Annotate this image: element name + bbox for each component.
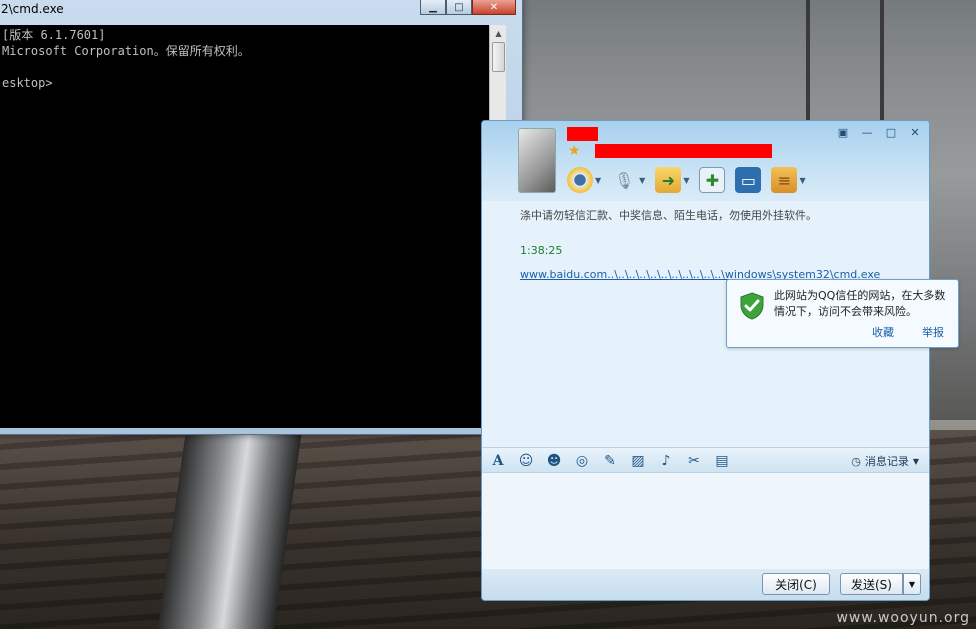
chevron-down-icon: ▼ — [912, 456, 919, 466]
screenshot-icon[interactable]: ✂ — [684, 451, 704, 471]
cmd-console[interactable]: [版本 6.1.7601] Microsoft Corporation。保留所有权… — [0, 25, 489, 428]
cmd-window-title: 2\cmd.exe — [1, 2, 64, 16]
console-line: [版本 6.1.7601] — [2, 28, 106, 42]
tooltip-text: 此网站为QQ信任的网站，在大多数情况下，访问不会带来风险。 — [774, 289, 946, 318]
apps-button[interactable]: ≡ ▼ — [768, 165, 808, 195]
tooltip-links: 收藏 举报 — [872, 324, 944, 340]
minimize-icon[interactable]: — — [857, 124, 877, 140]
remote-assist-button[interactable]: ▭ — [732, 165, 764, 195]
chevron-down-icon: ▼ — [595, 175, 602, 185]
close-icon[interactable]: ✕ — [905, 124, 925, 140]
emoji-icon[interactable]: ☺ — [516, 451, 536, 471]
chat-toolbar: ▼ 🎙 ▼ ➜ ▼ ✚ ▭ ≡ ▼ — [564, 165, 809, 195]
watermark: www.wooyun.org — [836, 610, 970, 626]
cmd-window[interactable]: 2\cmd.exe ▁ □ ✕ [版本 6.1.7601] Microsoft C… — [0, 0, 523, 435]
monitor-icon: ▭ — [735, 167, 762, 193]
chat-bottom-bar: 关闭(C) 发送(S) ▼ — [482, 569, 929, 600]
create-discussion-button[interactable]: ✚ — [696, 165, 728, 195]
chevron-down-icon: ▼ — [799, 175, 806, 185]
microphone-icon: 🎙 — [614, 170, 635, 190]
doodle-icon[interactable]: ✎ — [600, 451, 620, 471]
close-chat-button[interactable]: 关闭(C) — [762, 573, 830, 595]
format-icons: A ☺ ☻ ◎ ✎ ▨ ♪ ✂ ▤ — [488, 451, 732, 471]
maximize-button[interactable]: □ — [446, 0, 472, 15]
clock-icon: ◷ — [851, 454, 861, 468]
maximize-icon: □ — [454, 1, 464, 13]
close-icon: ✕ — [489, 1, 499, 13]
chat-header: ★ ▣ — □ ✕ ▼ 🎙 ▼ ➜ ▼ ✚ ▭ ≡ ▼ — [482, 121, 929, 201]
send-button[interactable]: 发送(S) — [840, 573, 903, 595]
image-icon[interactable]: ▨ — [628, 451, 648, 471]
message-timestamp: 1:38:25 — [520, 244, 563, 257]
scroll-up-icon[interactable]: ▲ — [491, 26, 506, 41]
chevron-down-icon: ▼ — [908, 579, 916, 589]
notepad-icon: ≡ — [771, 167, 798, 193]
font-icon[interactable]: A — [488, 451, 508, 471]
shield-check-icon — [740, 292, 764, 320]
skin-menu-icon[interactable]: ▣ — [833, 124, 853, 140]
redacted-name — [567, 127, 598, 141]
magic-emoji-icon[interactable]: ☻ — [544, 451, 564, 471]
more-tools-icon[interactable]: ▤ — [712, 451, 732, 471]
security-notice: 涤中请勿轻信汇款、中奖信息、陌生电话，勿使用外挂软件。 — [520, 209, 817, 222]
console-prompt: esktop> — [2, 76, 53, 90]
close-button[interactable]: ✕ — [472, 0, 516, 15]
folder-icon: ➜ — [655, 167, 682, 193]
power-pole — [880, 0, 884, 120]
send-file-button[interactable]: ➜ ▼ — [652, 165, 692, 195]
scrollbar-thumb[interactable] — [492, 42, 505, 72]
trusted-site-tooltip: 此网站为QQ信任的网站，在大多数情况下，访问不会带来风险。 收藏 举报 — [726, 279, 959, 348]
report-link[interactable]: 举报 — [922, 324, 944, 340]
voice-call-button[interactable]: 🎙 ▼ — [608, 165, 648, 195]
video-call-button[interactable]: ▼ — [564, 165, 604, 195]
chat-window-controls: ▣ — □ ✕ — [833, 124, 925, 140]
console-line: Microsoft Corporation。保留所有权利。 — [2, 44, 250, 58]
maximize-icon[interactable]: □ — [881, 124, 901, 140]
message-input[interactable] — [482, 473, 929, 569]
message-history-button[interactable]: ◷ 消息记录 ▼ — [851, 453, 919, 469]
favorite-link[interactable]: 收藏 — [872, 324, 894, 340]
send-options-button[interactable]: ▼ — [903, 573, 921, 595]
qq-chat-window[interactable]: ★ ▣ — □ ✕ ▼ 🎙 ▼ ➜ ▼ ✚ ▭ ≡ ▼ 涤中请勿轻信汇款、中奖信… — [481, 120, 930, 601]
message-history-label: 消息记录 — [864, 455, 909, 468]
star-icon: ★ — [568, 143, 581, 159]
music-icon[interactable]: ♪ — [656, 451, 676, 471]
avatar[interactable] — [518, 128, 556, 193]
chevron-down-icon: ▼ — [639, 175, 646, 185]
shake-icon[interactable]: ◎ — [572, 451, 592, 471]
chevron-down-icon: ▼ — [683, 175, 690, 185]
chat-add-icon: ✚ — [699, 167, 726, 193]
minimize-button[interactable]: ▁ — [420, 0, 446, 15]
cmd-window-controls: ▁ □ ✕ — [420, 0, 516, 15]
format-toolbar: A ☺ ☻ ◎ ✎ ▨ ♪ ✂ ▤ ◷ 消息记录 ▼ — [482, 447, 929, 473]
minimize-icon: ▁ — [429, 1, 437, 13]
power-pole — [806, 0, 810, 120]
webcam-icon — [567, 167, 593, 193]
redacted-signature — [595, 144, 772, 158]
